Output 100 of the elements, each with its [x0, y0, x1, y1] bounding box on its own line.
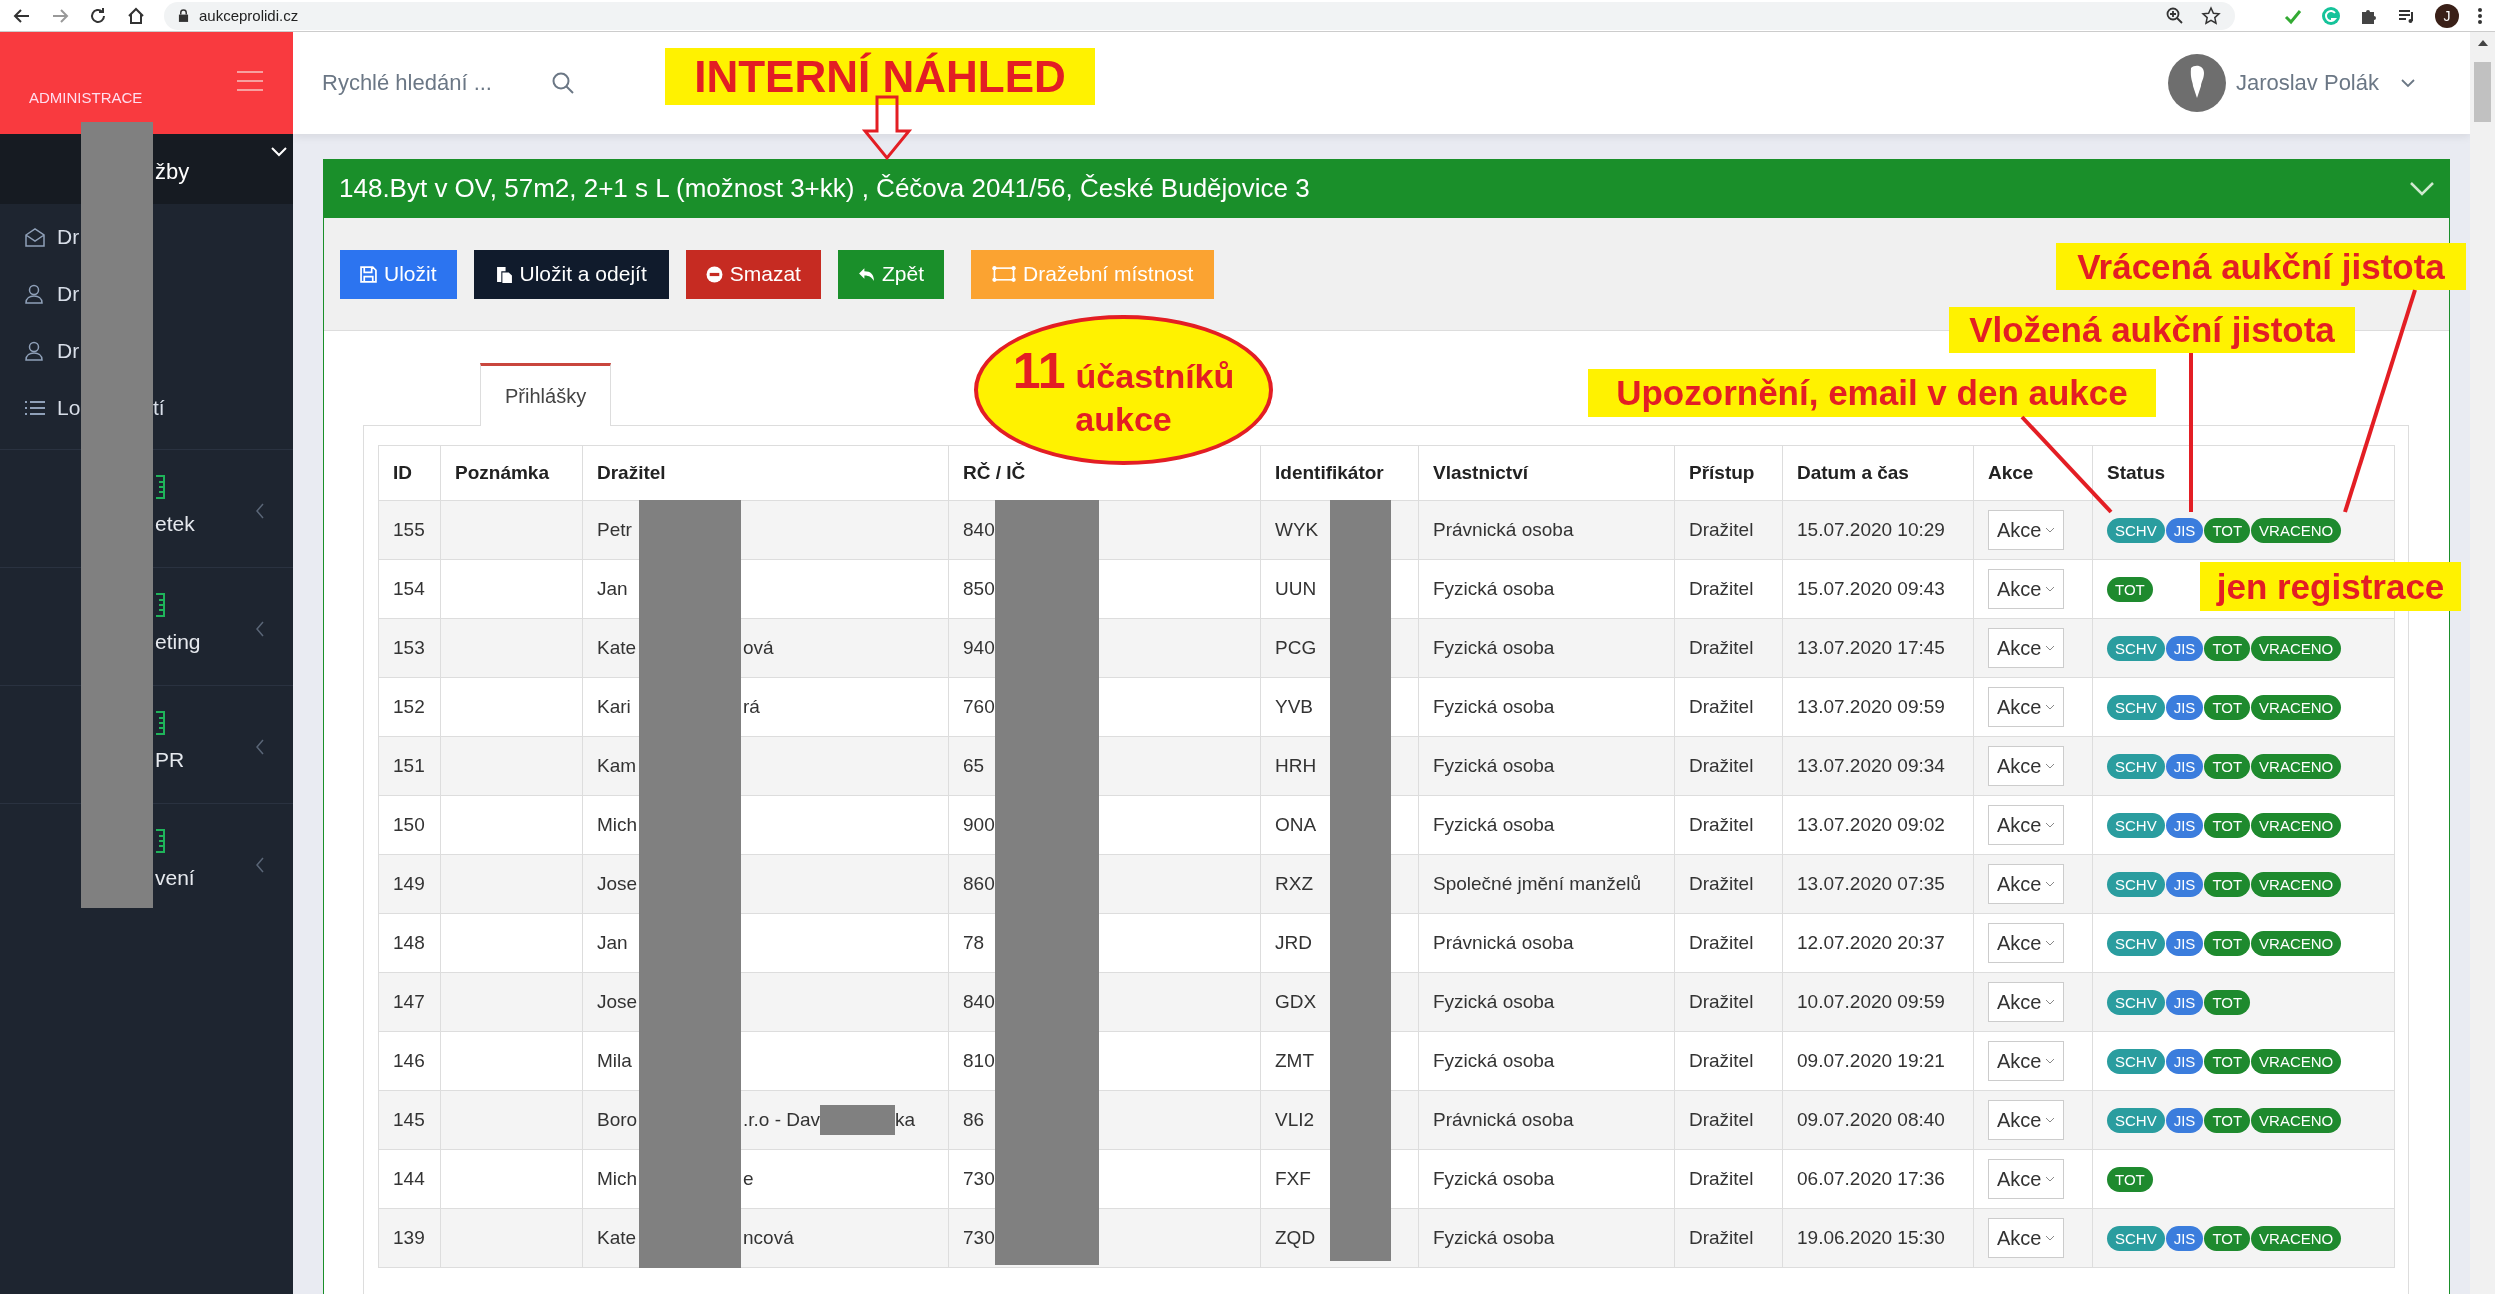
action-select[interactable]: Akce: [1988, 923, 2065, 963]
table-cell: 148: [378, 913, 441, 973]
sidebar-item[interactable]: Dr: [57, 224, 80, 249]
table-cell: 15.07.2020 10:29: [1782, 500, 1974, 560]
action-select[interactable]: Akce: [1988, 1218, 2065, 1258]
table-cell: 154: [378, 559, 441, 619]
table-cell: 151: [378, 736, 441, 796]
cell-text: Kate: [597, 637, 638, 659]
success-button[interactable]: Zpět: [837, 249, 944, 299]
table-cell: 13.07.2020 09:02: [1782, 795, 1974, 855]
action-select[interactable]: Akce: [1988, 569, 2065, 609]
table-cell: Dražitel: [1674, 795, 1783, 855]
scroll-up-icon[interactable]: [2478, 40, 2488, 46]
action-select[interactable]: Akce: [1988, 510, 2065, 550]
status-badge: JIS: [2165, 812, 2204, 838]
status-badge: TOT: [2204, 871, 2251, 897]
address-bar[interactable]: aukceprolidi.cz: [164, 1, 2235, 30]
scroll-thumb[interactable]: [2474, 62, 2491, 122]
status-badge: SCHV: [2107, 635, 2165, 661]
action-select[interactable]: Akce: [1988, 628, 2065, 668]
network-icon: [992, 265, 1016, 283]
zoom-icon[interactable]: [2165, 5, 2185, 26]
more-icon[interactable]: [2477, 5, 2483, 26]
status-badge: VRACENO: [2251, 753, 2342, 779]
chevron-left-icon[interactable]: [255, 857, 265, 873]
status-badge: SCHV: [2107, 989, 2165, 1015]
reload-icon[interactable]: [88, 5, 108, 26]
user-icon: [24, 340, 46, 361]
cell-text: Jan: [597, 932, 629, 954]
documents-icon: [495, 265, 513, 283]
status-badge: TOT: [2204, 694, 2251, 720]
action-select[interactable]: Akce: [1988, 1041, 2065, 1081]
cell-text: 65: [963, 755, 985, 777]
table-cell: 15.07.2020 09:43: [1782, 559, 1974, 619]
search-field[interactable]: Rychlé hledání ...: [320, 69, 524, 97]
sidebar-item[interactable]: PR: [155, 748, 185, 772]
home-icon[interactable]: [126, 5, 146, 26]
cell-text: 940: [963, 637, 995, 659]
action-select[interactable]: Akce: [1988, 864, 2065, 904]
title-bar[interactable]: 148.Byt v OV, 57m2, 2+1 s L (možnost 3+kk) , Čéčova 2041/56, České Budějovice 3: [323, 159, 2450, 218]
user-name[interactable]: Jaroslav Polák: [2235, 70, 2379, 96]
chevron-left-icon[interactable]: [255, 739, 265, 755]
action-select[interactable]: Akce: [1988, 1159, 2065, 1199]
scrollbar[interactable]: [2470, 32, 2495, 1294]
cell-text: WYK: [1275, 519, 1319, 541]
lock-icon: [178, 9, 189, 22]
status-badge: VRACENO: [2251, 1225, 2342, 1251]
status-badge: TOT: [2204, 753, 2251, 779]
table-cell: Fyzická osoba: [1418, 795, 1675, 855]
avatar-icon[interactable]: [2167, 54, 2226, 112]
cell-text: Jose: [597, 991, 639, 1013]
status-badge: JIS: [2165, 989, 2204, 1015]
action-select[interactable]: Akce: [1988, 805, 2065, 845]
caret-icon: [2045, 1235, 2056, 1241]
dark-button[interactable]: Uložit a odejít: [473, 249, 669, 299]
status-badge: VRACENO: [2251, 694, 2342, 720]
cell-text: GDX: [1275, 991, 1317, 1013]
table-cell: Dražitel: [1674, 913, 1783, 973]
status-badge: JIS: [2165, 635, 2204, 661]
tab[interactable]: Přihlášky: [480, 363, 612, 426]
status-badge: JIS: [2165, 871, 2204, 897]
sidebar-item[interactable]: tí: [153, 395, 165, 420]
column-header: Datum a čas: [1782, 445, 1974, 501]
sidebar-item[interactable]: žby: [155, 159, 190, 185]
cell-text: Kari: [597, 696, 632, 718]
sidebar-item[interactable]: vení: [155, 866, 195, 890]
status-badge: SCHV: [2107, 517, 2165, 543]
action-select[interactable]: Akce: [1988, 1100, 2065, 1140]
action-select[interactable]: Akce: [1988, 982, 2065, 1022]
sidebar-item[interactable]: Lo: [57, 395, 81, 420]
status-badge: TOT: [2204, 930, 2251, 956]
sidebar-item[interactable]: eting: [155, 630, 201, 654]
table-cell: 10.07.2020 09:59: [1782, 972, 1974, 1032]
cell-text: 840: [963, 519, 995, 541]
status-badge: JIS: [2165, 694, 2204, 720]
cell-text: 760: [963, 696, 995, 718]
caret-icon: [2045, 822, 2056, 828]
star-icon[interactable]: [2201, 5, 2221, 26]
chevron-left-icon[interactable]: [255, 503, 265, 519]
caret-icon[interactable]: [2401, 78, 2415, 88]
cell-text: FXF: [1275, 1168, 1311, 1190]
table-cell: 139: [378, 1208, 441, 1268]
profile-avatar[interactable]: J: [2435, 3, 2459, 28]
cell-text: JRD: [1275, 932, 1312, 954]
table-cell: 13.07.2020 07:35: [1782, 854, 1974, 914]
chevron-left-icon[interactable]: [255, 621, 265, 637]
table-cell: 144: [378, 1149, 441, 1209]
auction-title: 148.Byt v OV, 57m2, 2+1 s L (možnost 3+kk) , Čéčova 2041/56, České Budějovice 3: [339, 173, 1310, 204]
action-select[interactable]: Akce: [1988, 687, 2065, 727]
primary-button[interactable]: Uložit: [340, 249, 457, 299]
status-badge: VRACENO: [2251, 1048, 2342, 1074]
search-icon[interactable]: [551, 71, 575, 95]
sidebar-item[interactable]: Dr: [57, 338, 80, 363]
sidebar-item[interactable]: etek: [155, 512, 195, 536]
sidebar-item[interactable]: Dr: [57, 281, 80, 306]
table-cell: 13.07.2020 09:34: [1782, 736, 1974, 796]
status-badge: JIS: [2165, 1107, 2204, 1133]
danger-button[interactable]: Smazat: [685, 249, 821, 299]
action-select[interactable]: Akce: [1988, 746, 2065, 786]
table-cell: Fyzická osoba: [1418, 1149, 1675, 1209]
